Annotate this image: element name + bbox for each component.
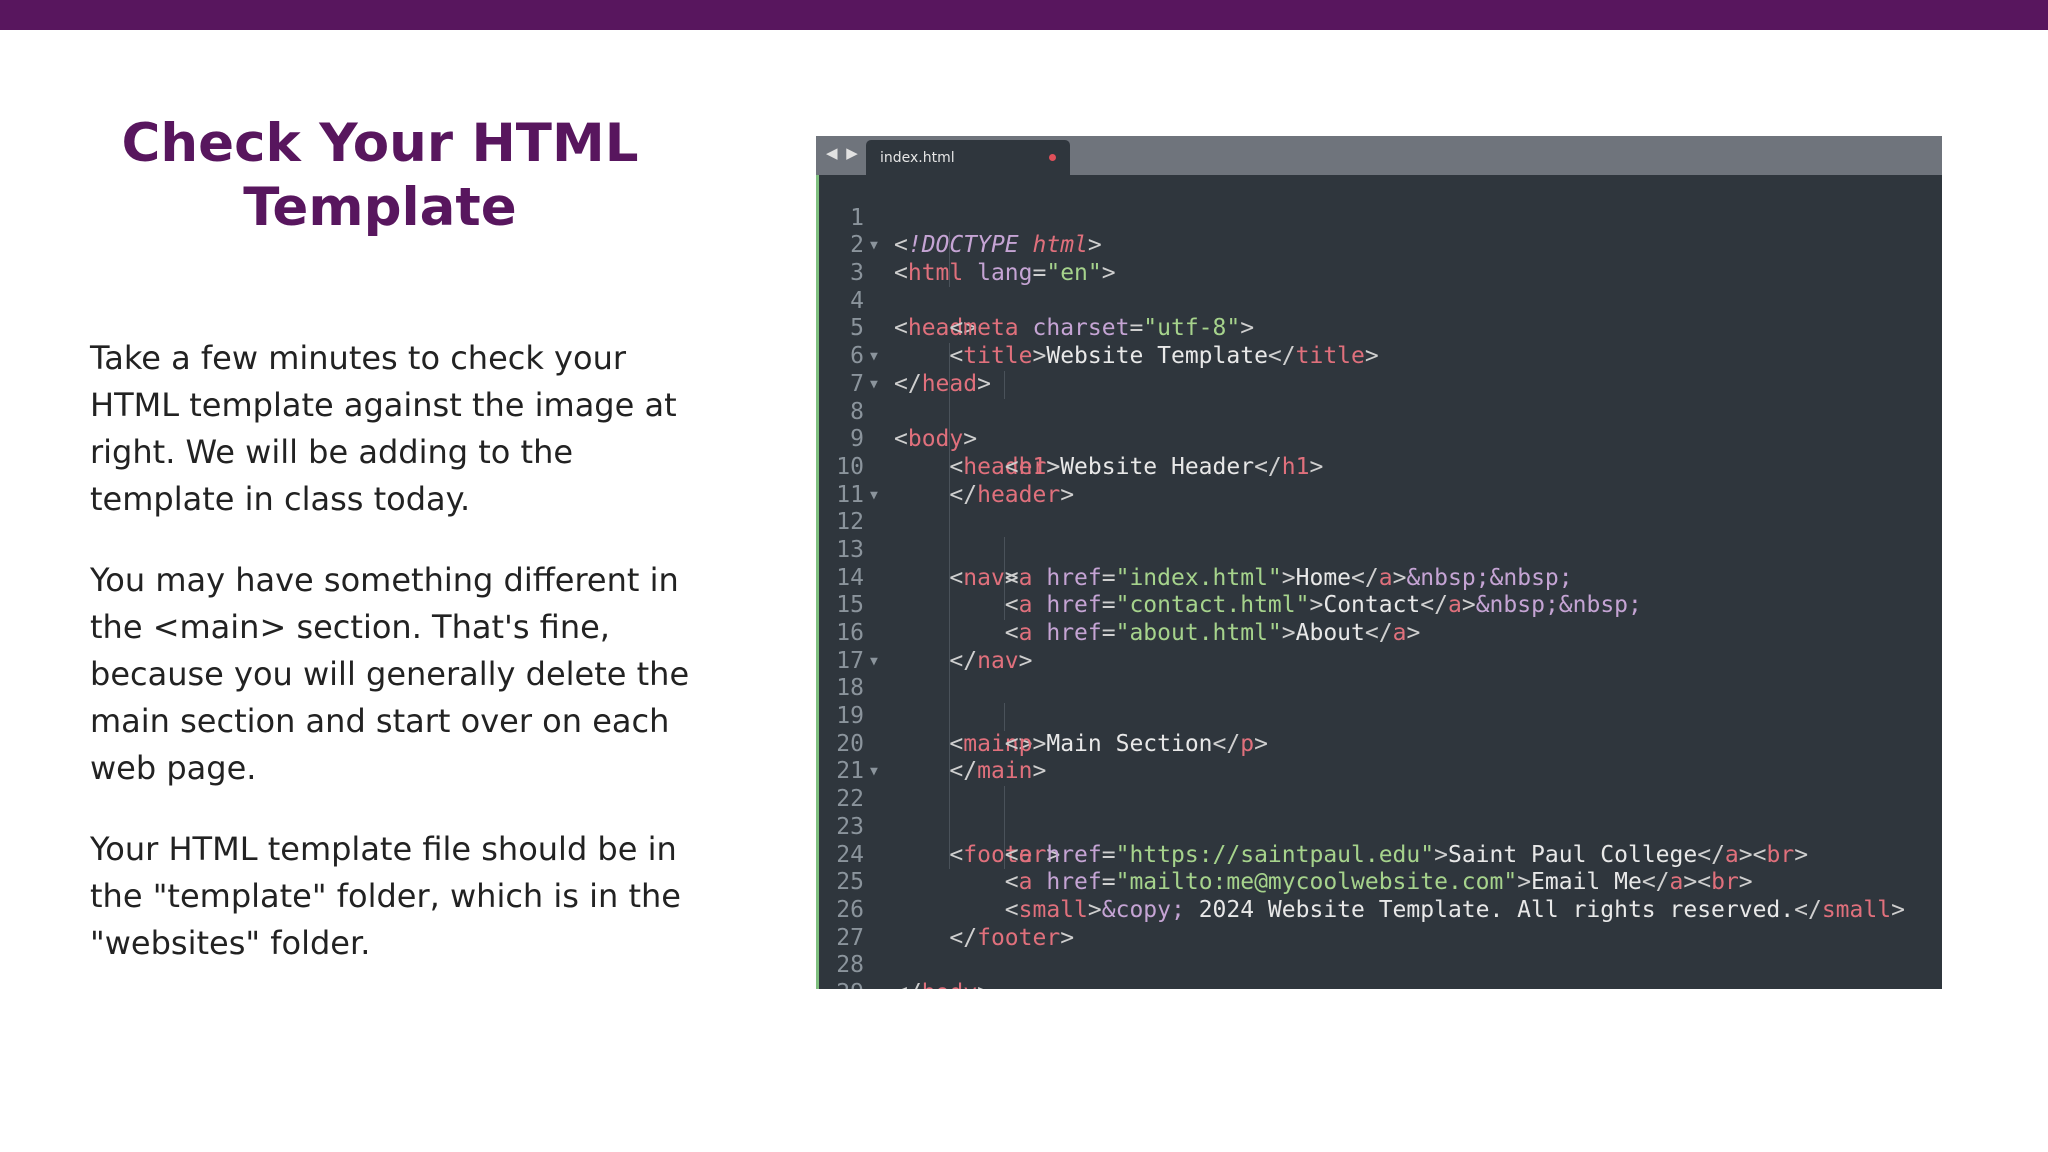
code-area[interactable]: 1 <!DOCTYPE html> 2 <html lang="en"> 3 ▼… xyxy=(816,177,1942,989)
paragraph-2: You may have something different in the … xyxy=(90,561,690,787)
code-line: 3 ▼ <head> xyxy=(816,232,1942,341)
code-line: 9 <h1>Website Header</h1> xyxy=(850,426,1324,480)
code-line: 1 <!DOCTYPE html> xyxy=(850,204,1102,259)
code-line: 10 </header> xyxy=(836,453,1075,508)
code-line: 8 ▼ <header> xyxy=(816,371,1942,480)
code-line: 29 </html> xyxy=(816,952,1942,989)
slide-body: Take a few minutes to check your HTML te… xyxy=(90,335,690,1001)
tab-label: index.html xyxy=(880,150,955,166)
top-accent-bar xyxy=(0,0,2048,30)
code-line: 6 </head> xyxy=(850,343,991,397)
code-line: 25 <small>&copy; 2024 Website Template. … xyxy=(836,869,1905,923)
code-line: 28 </body> xyxy=(836,952,991,989)
code-line: 18 ▼ <main> xyxy=(816,648,1942,757)
code-line: 21 xyxy=(836,758,864,785)
fold-arrow-icon[interactable]: ▼ xyxy=(870,482,878,510)
paragraph-3: Your HTML template file should be in the… xyxy=(90,830,681,962)
title-line-2: Template xyxy=(243,177,517,238)
fold-arrow-icon[interactable]: ▼ xyxy=(870,758,878,786)
fold-arrow-icon[interactable]: ▼ xyxy=(870,343,878,371)
fold-arrow-icon[interactable]: ▼ xyxy=(870,371,878,399)
code-line: 22 ▼ <footer> xyxy=(816,758,1942,867)
tab-index-html[interactable]: index.html xyxy=(866,140,1070,175)
code-line: 12 ▼ <nav> xyxy=(816,482,1942,591)
code-line: 17 xyxy=(836,647,864,674)
editor-tab-bar: ◀ ▶ index.html xyxy=(816,136,1942,175)
code-line: 19 <p>Main Section</p> xyxy=(836,703,1268,757)
code-line: 5 <title>Website Template</title> xyxy=(850,315,1379,370)
unsaved-dot-icon xyxy=(1049,154,1056,161)
code-line: 16 </nav> xyxy=(836,620,1033,674)
code-line: 15 <a href="about.html">About</a> xyxy=(836,592,1421,647)
nav-arrows-icon[interactable]: ◀ ▶ xyxy=(826,144,860,162)
fold-arrow-icon[interactable]: ▼ xyxy=(870,648,878,676)
code-line: 26 </footer> xyxy=(836,896,1075,951)
code-line: 7 ▼ <body> xyxy=(816,343,1942,452)
code-editor-screenshot: ◀ ▶ index.html 1 <!DOCTYPE html> 2 <html… xyxy=(816,136,1942,989)
code-line: 20 </main> xyxy=(836,730,1047,785)
code-line: 2 <html lang="en"> xyxy=(850,232,1116,287)
code-line: 24 <a href="mailto:me@mycoolwebsite.com"… xyxy=(836,841,1753,896)
slide-title: Check Your HTML Template xyxy=(90,112,670,240)
code-line: 14 <a href="contact.html">Contact</a>&nb… xyxy=(836,564,1642,619)
code-line: 11 xyxy=(836,481,864,508)
code-line: 23 <a href="https://saintpaul.edu">Saint… xyxy=(836,813,1809,868)
code-line: 4 <meta charset="utf-8"> xyxy=(850,287,1255,342)
code-line: 13 <a href="index.html">Home</a>&nbsp;&n… xyxy=(836,536,1573,591)
paragraph-1: Take a few minutes to check your HTML te… xyxy=(90,339,677,518)
code-line: 27 xyxy=(836,924,864,951)
title-line-1: Check Your HTML xyxy=(121,113,639,174)
fold-arrow-icon[interactable]: ▼ xyxy=(870,232,878,260)
